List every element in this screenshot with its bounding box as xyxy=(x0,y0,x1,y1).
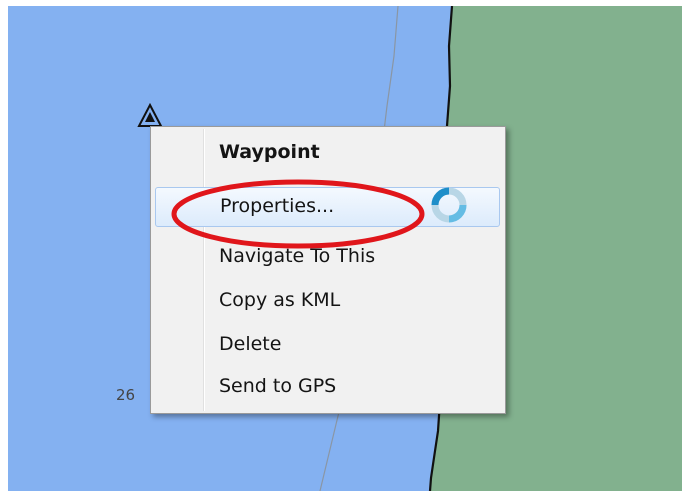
menu-item-navigate-to-this[interactable]: Navigate To This xyxy=(155,237,500,277)
menu-item-label: Properties... xyxy=(220,194,335,217)
menu-item-label: Delete xyxy=(219,332,282,355)
menu-item-send-to-gps[interactable]: Send to GPS xyxy=(155,367,500,407)
menu-item-label: Send to GPS xyxy=(219,374,337,397)
screenshot: 26 Waypoint Properties... Navigate To Th… xyxy=(0,0,684,493)
context-menu: Waypoint Properties... Navigate To This … xyxy=(150,126,506,414)
menu-item-copy-as-kml[interactable]: Copy as KML xyxy=(155,281,500,321)
menu-title: Waypoint xyxy=(219,140,320,163)
depth-label: 26 xyxy=(116,386,136,404)
menu-header: Waypoint xyxy=(155,133,500,173)
menu-item-label: Copy as KML xyxy=(219,288,341,311)
menu-item-properties[interactable]: Properties... xyxy=(155,187,500,227)
menu-item-delete[interactable]: Delete xyxy=(155,325,500,365)
menu-item-label: Navigate To This xyxy=(219,244,376,267)
